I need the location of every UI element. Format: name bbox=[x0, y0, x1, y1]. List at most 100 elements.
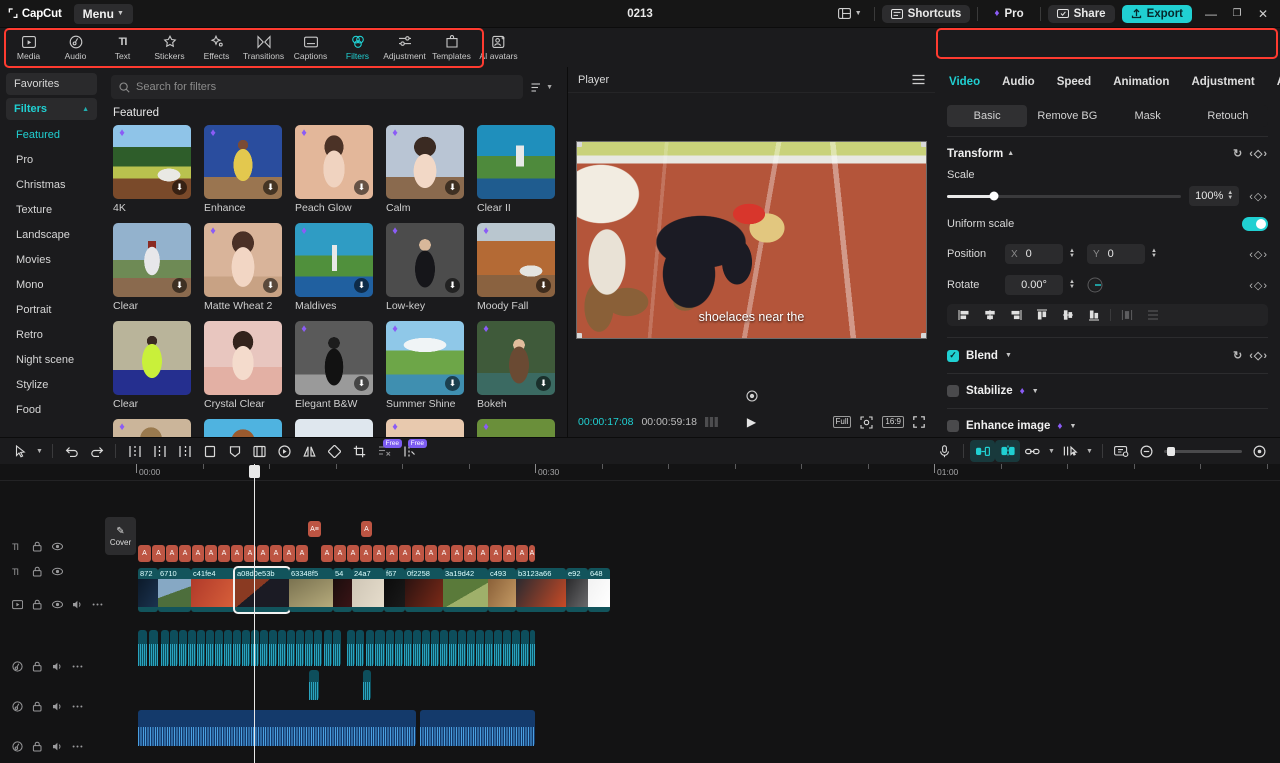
filter-item[interactable]: ♦⬇Low-key bbox=[386, 223, 464, 312]
trim-left-button[interactable] bbox=[147, 440, 172, 462]
filter-item[interactable]: Clear bbox=[113, 321, 191, 410]
zoom-out-button[interactable] bbox=[1134, 440, 1159, 462]
properties-subtab-mask[interactable]: Mask bbox=[1108, 105, 1188, 127]
audio-clip[interactable] bbox=[377, 630, 385, 666]
filter-thumbnail[interactable]: ♦⬇ bbox=[477, 321, 555, 395]
caption-clip[interactable]: A bbox=[283, 545, 295, 562]
sidebar-item-food[interactable]: Food bbox=[6, 398, 97, 422]
audio-clip[interactable] bbox=[512, 630, 520, 666]
audio-clip[interactable] bbox=[206, 630, 214, 666]
scale-value-input[interactable]: 100% ▲▼ bbox=[1189, 186, 1239, 206]
filter-thumbnail[interactable] bbox=[204, 321, 282, 395]
nav-tab-ai-avatars[interactable]: AI avatars bbox=[476, 30, 521, 66]
filter-thumbnail[interactable]: ♦⬇ bbox=[295, 125, 373, 199]
download-icon[interactable]: ⬇ bbox=[172, 180, 187, 195]
filter-thumbnail[interactable] bbox=[204, 419, 282, 437]
caption-clip[interactable]: A bbox=[231, 545, 243, 562]
caption-clip[interactable]: A bbox=[451, 545, 463, 562]
caption-clip[interactable]: A bbox=[425, 545, 437, 562]
audio-clip[interactable] bbox=[287, 630, 295, 666]
blend-checkbox[interactable]: ✓ bbox=[947, 350, 959, 362]
audio-clip[interactable] bbox=[440, 630, 448, 666]
caption-clip[interactable]: A bbox=[192, 545, 204, 562]
delete-button[interactable] bbox=[197, 440, 222, 462]
filter-thumbnail[interactable]: ♦ bbox=[386, 419, 464, 437]
rotate-button[interactable] bbox=[322, 440, 347, 462]
text-clip[interactable]: A bbox=[361, 521, 372, 537]
filter-thumbnail[interactable]: ♦⬇ bbox=[386, 321, 464, 395]
filter-thumbnail[interactable]: ♦⬇ bbox=[386, 125, 464, 199]
uniform-scale-toggle[interactable] bbox=[1242, 217, 1268, 231]
more-icon[interactable] bbox=[72, 741, 83, 755]
video-clip[interactable]: 63348f5 bbox=[289, 568, 333, 612]
audio-track-icon[interactable] bbox=[12, 701, 23, 715]
audio-clip[interactable] bbox=[269, 630, 277, 666]
link-button[interactable] bbox=[1020, 440, 1045, 462]
audio-clip[interactable] bbox=[309, 670, 319, 700]
microphone-button[interactable] bbox=[932, 440, 957, 462]
sidebar-item-christmas[interactable]: Christmas bbox=[6, 173, 97, 197]
audio-clip[interactable] bbox=[179, 630, 187, 666]
audio-clip[interactable] bbox=[260, 630, 268, 666]
audio-clip[interactable] bbox=[215, 630, 223, 666]
cursor-edit-dropdown[interactable]: ▼ bbox=[1083, 440, 1096, 462]
caption-clip[interactable]: A bbox=[138, 545, 151, 562]
video-clip[interactable]: a08d0e53b bbox=[235, 568, 289, 612]
lock-icon[interactable] bbox=[32, 566, 43, 580]
audio-clip[interactable] bbox=[530, 630, 535, 666]
crop-handle-tr[interactable] bbox=[921, 142, 926, 147]
caption-clip[interactable]: A bbox=[166, 545, 178, 562]
search-input[interactable]: Search for filters bbox=[111, 75, 523, 99]
audio-clip[interactable] bbox=[494, 630, 502, 666]
video-track-icon[interactable] bbox=[12, 599, 23, 613]
audio-clip[interactable] bbox=[422, 630, 430, 666]
remove-text-button[interactable]: Free bbox=[372, 440, 397, 462]
crop-reverse-button[interactable] bbox=[247, 440, 272, 462]
filter-item[interactable]: ♦ bbox=[386, 419, 464, 437]
caption-clip[interactable]: A bbox=[477, 545, 489, 562]
distribute-vertical-button[interactable] bbox=[1140, 305, 1166, 325]
video-clip[interactable]: c41fe4 bbox=[191, 568, 235, 612]
crop-handle-tl[interactable] bbox=[577, 142, 582, 147]
audio-track-icon[interactable] bbox=[12, 661, 23, 675]
download-icon[interactable]: ⬇ bbox=[445, 376, 460, 391]
properties-tab-audio[interactable]: Audio bbox=[1002, 76, 1035, 88]
align-center-horizontal-button[interactable] bbox=[977, 305, 1003, 325]
position-y-input[interactable]: Y 0 bbox=[1087, 244, 1145, 264]
caption-text[interactable]: shoelaces near the bbox=[577, 310, 926, 324]
filter-item[interactable]: ♦⬇Matte Wheat 2 bbox=[204, 223, 282, 312]
filter-item[interactable]: ♦⬇Calm bbox=[386, 125, 464, 214]
stepper-icon[interactable]: ▲▼ bbox=[1151, 249, 1157, 259]
audio-clip[interactable] bbox=[333, 630, 341, 666]
video-preview[interactable]: shoelaces near the bbox=[577, 142, 926, 338]
audio-clip[interactable] bbox=[233, 630, 241, 666]
sidebar-item-night-scene[interactable]: Night scene bbox=[6, 348, 97, 372]
eye-icon[interactable] bbox=[52, 541, 63, 555]
stepper-icon[interactable]: ▲▼ bbox=[1069, 280, 1075, 290]
scale-slider[interactable] bbox=[947, 195, 1181, 198]
filter-thumbnail[interactable]: ♦⬇ bbox=[204, 125, 282, 199]
filter-thumbnail[interactable]: ♦ bbox=[477, 419, 555, 437]
caption-clip[interactable]: A bbox=[438, 545, 450, 562]
minimize-button[interactable]: — bbox=[1198, 3, 1224, 25]
video-clip[interactable]: 0f2258 bbox=[405, 568, 443, 612]
nav-tab-audio[interactable]: Audio bbox=[53, 30, 98, 66]
filter-thumbnail[interactable]: ♦⬇ bbox=[295, 223, 373, 297]
audio-clip[interactable] bbox=[413, 630, 421, 666]
audio-clip[interactable] bbox=[161, 630, 169, 666]
reverse-play-button[interactable] bbox=[272, 440, 297, 462]
volume-icon[interactable] bbox=[52, 741, 63, 755]
aspect-ratio-button[interactable]: 16:9 bbox=[882, 416, 904, 429]
audio-clip[interactable] bbox=[503, 630, 511, 666]
audio-clip[interactable] bbox=[356, 630, 364, 666]
align-bottom-button[interactable] bbox=[1081, 305, 1107, 325]
link-dropdown[interactable]: ▼ bbox=[1045, 440, 1058, 462]
recenter-button[interactable] bbox=[568, 386, 935, 407]
audio-clip[interactable] bbox=[251, 630, 259, 666]
audio-clip[interactable] bbox=[305, 630, 313, 666]
pro-button[interactable]: ♦ Pro bbox=[985, 5, 1032, 23]
cursor-dropdown[interactable]: ▼ bbox=[33, 440, 46, 462]
download-icon[interactable]: ⬇ bbox=[263, 278, 278, 293]
filter-item[interactable]: ♦⬇Moody Fall bbox=[477, 223, 555, 312]
audio-clip[interactable] bbox=[449, 630, 457, 666]
